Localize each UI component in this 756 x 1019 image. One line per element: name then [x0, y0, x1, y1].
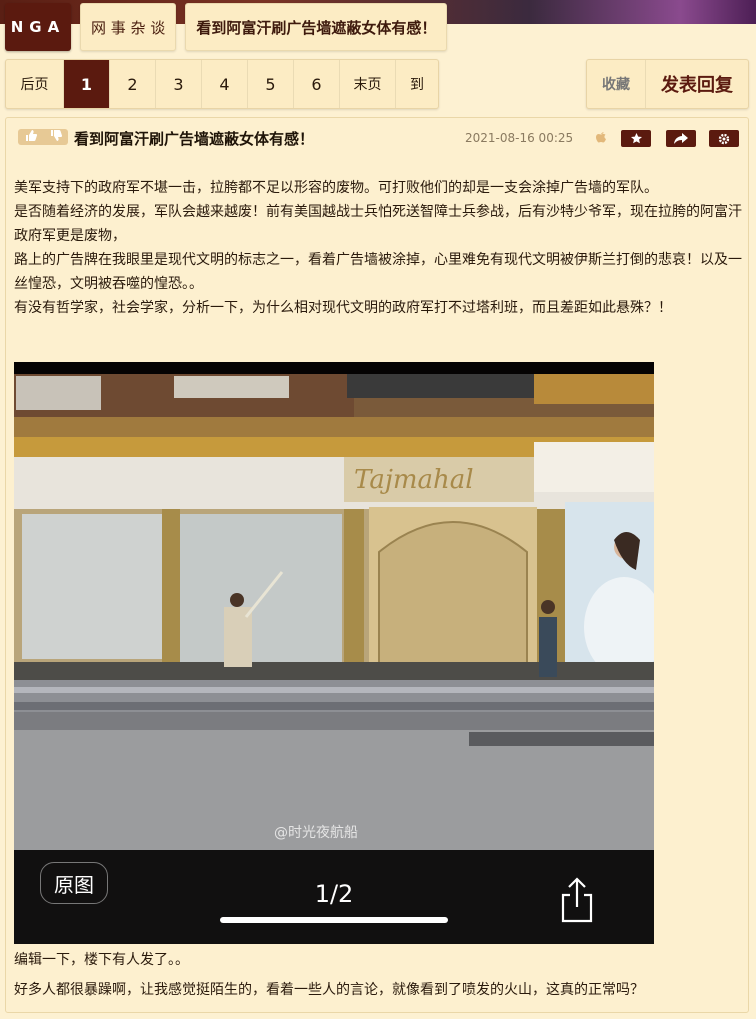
image-page-counter: 1/2	[314, 880, 354, 908]
post-title: 看到阿富汗刷广告墙遮蔽女体有感！	[74, 130, 315, 148]
page-3-button[interactable]: 3	[156, 60, 202, 108]
post-body-after: 编辑一下，楼下有人发了。。 好多人都很暴躁啊，让我感觉挺陌生的，看着一些人的言论…	[14, 945, 744, 1005]
post-image[interactable]: Tajmahal @时光夜航船 原图 1/2	[14, 362, 654, 944]
post-timestamp: 2021-08-16 00:25	[465, 131, 574, 145]
original-image-button[interactable]: 原图	[40, 862, 108, 904]
post-body: 美军支持下的政府军不堪一击，拉胯都不足以形容的废物。可打败他们的却是一支会涂掉广…	[14, 176, 744, 320]
breadcrumb: NGA 网 事 杂 谈 看到阿富汗刷广告墙遮蔽女体有感！	[5, 3, 448, 51]
nga-logo[interactable]: NGA	[5, 3, 71, 51]
breadcrumb-forum[interactable]: 网 事 杂 谈	[80, 3, 177, 51]
thumbs-down-icon[interactable]	[50, 130, 62, 144]
page-2-button[interactable]: 2	[110, 60, 156, 108]
last-page-button[interactable]: 末页	[340, 60, 396, 108]
thread-actions: 收藏 发表回复	[586, 59, 749, 109]
page-4-button[interactable]: 4	[202, 60, 248, 108]
post-header: 看到阿富汗刷广告墙遮蔽女体有感！ 2021-08-16 00:25	[6, 118, 748, 158]
watermark: @时光夜航船	[274, 825, 358, 841]
post-paragraph: 好多人都很暴躁啊，让我感觉挺陌生的，看着一些人的言论，就像看到了喷发的火山，这真…	[14, 982, 644, 998]
reply-button[interactable]: 发表回复	[646, 60, 748, 108]
post-paragraph: 美军支持下的政府军不堪一击，拉胯都不足以形容的废物。可打败他们的却是一支会涂掉广…	[14, 180, 658, 196]
shop-sign: Tajmahal	[354, 465, 474, 495]
street-scene-image: Tajmahal @时光夜航船	[14, 362, 654, 944]
breadcrumb-thread[interactable]: 看到阿富汗刷广告墙遮蔽女体有感！	[185, 3, 448, 51]
star-icon[interactable]	[621, 130, 651, 147]
page-6-button[interactable]: 6	[294, 60, 340, 108]
page-1-button[interactable]: 1	[64, 60, 110, 108]
vote-buttons[interactable]	[18, 129, 68, 145]
prev-page-button[interactable]: 后页	[6, 60, 64, 108]
favorite-button[interactable]: 收藏	[587, 60, 646, 108]
pagination: 后页 1 2 3 4 5 6 末页 到	[5, 59, 439, 109]
post-paragraph: 路上的广告牌在我眼里是现代文明的标志之一，看着广告墙被涂掉，心里难免有现代文明被…	[14, 252, 742, 292]
export-icon[interactable]	[560, 877, 594, 925]
image-progress-bar	[220, 917, 448, 923]
goto-page-button[interactable]: 到	[396, 60, 438, 108]
page-5-button[interactable]: 5	[248, 60, 294, 108]
gear-icon[interactable]	[709, 130, 739, 147]
apple-device-icon	[596, 131, 606, 146]
thumbs-up-icon[interactable]	[25, 130, 37, 144]
share-icon[interactable]	[666, 130, 696, 147]
post-paragraph: 是否随着经济的发展，军队会越来越废！前有美国越战士兵怕死送智障士兵参战，后有沙特…	[14, 204, 742, 244]
post-paragraph: 编辑一下，楼下有人发了。。	[14, 952, 189, 968]
post-card: 看到阿富汗刷广告墙遮蔽女体有感！ 2021-08-16 00:25 美军支持下的…	[5, 117, 749, 1013]
post-paragraph: 有没有哲学家，社会学家，分析一下，为什么相对现代文明的政府军打不过塔利班，而且差…	[14, 300, 672, 316]
